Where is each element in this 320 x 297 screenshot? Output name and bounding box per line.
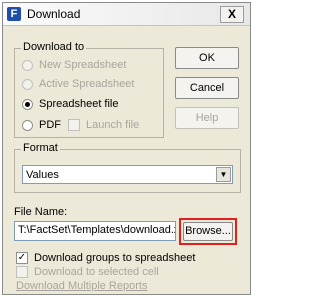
radio-icon [22,59,33,71]
radio-active-spreadsheet[interactable]: Active Spreadsheet [22,78,134,90]
close-button[interactable]: X [220,6,244,23]
new-spreadsheet-label: New Spreadsheet [39,59,127,71]
dropdown-arrow-icon[interactable]: ▼ [216,167,231,182]
help-button[interactable]: Help [175,107,239,129]
file-name-label: File Name: [14,206,68,218]
radio-icon [22,78,33,90]
launch-file-checkbox[interactable]: Launch file [68,119,139,131]
download-multiple-reports-link[interactable]: Download Multiple Reports [16,280,147,292]
format-label: Format [21,142,60,154]
download-to-label: Download to [21,41,87,53]
radio-new-spreadsheet[interactable]: New Spreadsheet [22,59,126,71]
browse-highlight [179,218,237,245]
radio-pdf[interactable]: PDF [22,119,61,131]
download-selected-cell-checkbox[interactable]: Download to selected cell [16,266,159,278]
download-groups-label: Download groups to spreadsheet [34,252,196,264]
ok-button[interactable]: OK [175,47,239,69]
title-bar[interactable]: F Download X [3,3,250,26]
radio-icon [22,98,33,110]
format-select-value: Values [26,169,59,181]
checkmark-icon: ✓ [16,252,28,264]
download-groups-checkbox[interactable]: ✓ Download groups to spreadsheet [16,252,195,264]
file-name-input[interactable]: T:\FactSet\Templates\download.xls [14,221,176,241]
launch-file-label: Launch file [86,119,140,131]
factset-app-icon: F [7,7,21,21]
radio-spreadsheet-file[interactable]: Spreadsheet file [22,98,119,110]
spreadsheet-file-label: Spreadsheet file [39,98,119,110]
dialog-title: Download [27,7,81,21]
checkbox-icon [68,119,80,131]
format-select[interactable]: Values ▼ [22,165,233,184]
download-dialog: F Download X Download to New Spreadsheet… [2,2,251,295]
pdf-label: PDF [39,119,61,131]
active-spreadsheet-label: Active Spreadsheet [39,78,135,90]
checkbox-icon [16,266,28,278]
radio-icon [22,119,33,131]
download-multiple-reports-text: Download Multiple Reports [16,280,148,292]
cancel-button[interactable]: Cancel [175,77,239,99]
download-selected-cell-label: Download to selected cell [34,266,159,278]
